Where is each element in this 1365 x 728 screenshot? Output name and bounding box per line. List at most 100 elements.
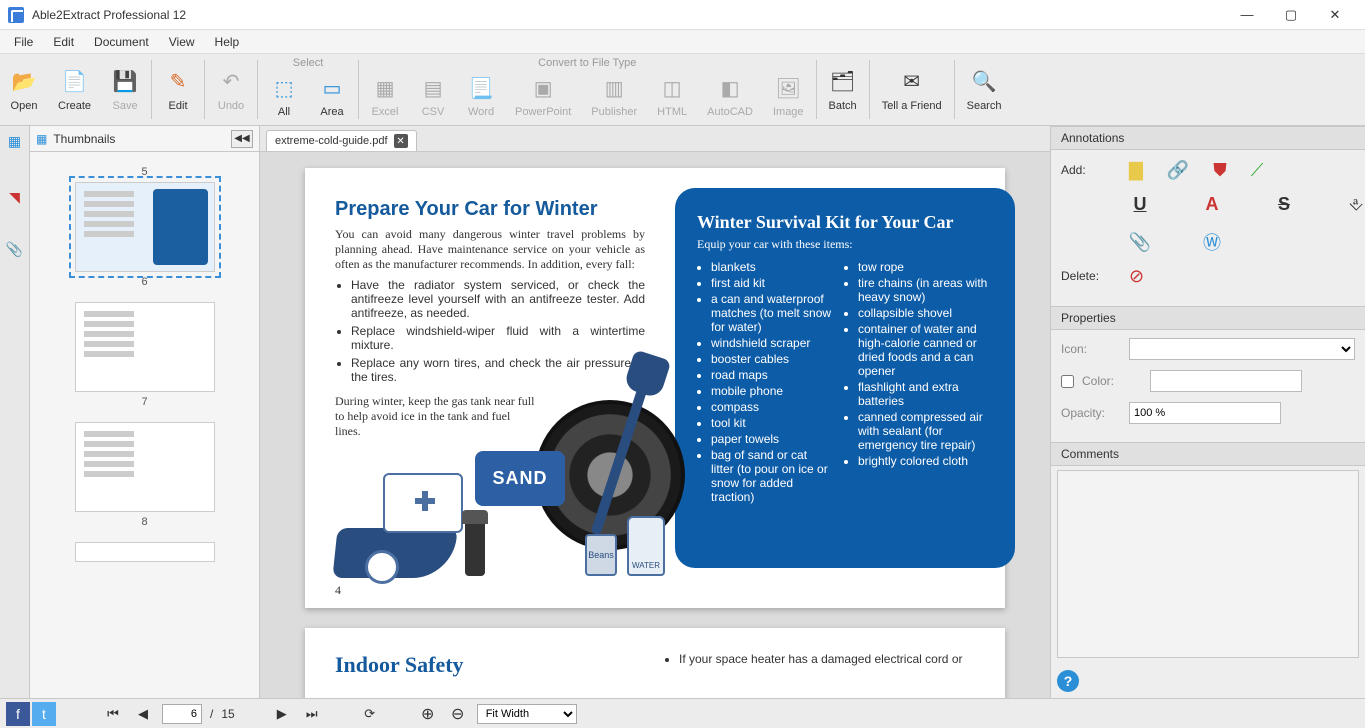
rotate-button[interactable]: ⟳ [359,703,381,725]
minimize-button[interactable]: — [1225,1,1269,29]
batch-icon: 🗂 [829,68,857,96]
opacity-field[interactable] [1129,402,1281,424]
page-input[interactable] [162,704,202,724]
document-new-icon: 📄 [61,68,89,96]
kit-list-1: blanketsfirst aid kita can and waterproo… [697,260,832,506]
convert-publisher-button[interactable]: ▥Publisher [581,70,647,122]
kit-list-2: tow ropetire chains (in areas with heavy… [844,260,997,506]
convert-ppt-button[interactable]: ▣PowerPoint [505,70,581,122]
stamp-icon[interactable]: ⛊ [1213,158,1227,182]
convert-autocad-button[interactable]: ◧AutoCAD [697,70,763,122]
underline-icon[interactable]: U [1115,192,1165,216]
pdf-page-4: Prepare Your Car for Winter You can avoi… [305,168,1005,608]
save-label: Save [112,100,137,112]
thumbnails-view-icon[interactable]: ▦ [4,130,26,152]
ppt-icon: ▣ [529,74,557,102]
delete-annotation-icon[interactable]: ⊘ [1129,264,1144,288]
menu-view[interactable]: View [159,35,205,49]
flashlight-icon [465,520,485,576]
convert-word-button[interactable]: 📃Word [457,70,505,122]
zoom-out-button[interactable]: ⊖ [447,703,469,725]
kit-title: Winter Survival Kit for Your Car [697,212,997,233]
menu-help[interactable]: Help [205,35,250,49]
facebook-icon[interactable]: f [6,702,30,726]
maximize-button[interactable]: ▢ [1269,1,1313,29]
thumbnail-8[interactable]: 8 [30,422,259,528]
edit-button[interactable]: ✎Edit [154,54,202,125]
annotations-header: Annotations [1051,127,1365,150]
squiggly-icon[interactable]: A [1187,192,1237,216]
watermark-icon[interactable]: Ⓦ [1187,230,1237,254]
app-icon [8,7,24,23]
last-page-button[interactable]: ⏭ [301,703,323,725]
paperclip-icon[interactable]: 📎 [1115,230,1165,254]
caret-icon[interactable]: ⎀ [1331,192,1365,216]
create-button[interactable]: 📄Create [48,54,101,125]
select-group-label: Select [293,54,324,70]
zoom-mode-select[interactable]: Fit Width [477,704,577,724]
folder-open-icon: 📂 [10,68,38,96]
undo-button[interactable]: ↶Undo [207,54,255,125]
strikethrough-icon[interactable]: S [1259,192,1309,216]
convert-image-button[interactable]: 🖼Image [763,70,814,122]
menu-edit[interactable]: Edit [43,35,84,49]
twitter-icon[interactable]: t [32,702,56,726]
zoom-in-button[interactable]: ⊕ [417,703,439,725]
convert-csv-button[interactable]: ▤CSV [409,70,457,122]
comments-list[interactable] [1057,470,1359,658]
close-tab-icon[interactable]: ✕ [394,134,408,148]
prev-page-button[interactable]: ◀ [132,703,154,725]
toolbar: 📂Open 📄Create 💾Save ✎Edit ↶Undo Select ⬚… [0,54,1365,126]
fragment-text: If your space heater has a damaged elect… [679,652,975,666]
convert-group-label: Convert to File Type [538,54,636,70]
thumbnails-list[interactable]: 5 6 7 8 [30,152,259,698]
thumbnails-title-icon: ▦ [36,132,47,146]
thumbnail-9[interactable] [30,542,259,562]
color-field[interactable] [1150,370,1302,392]
bookmark-icon[interactable]: ◥ [4,186,26,208]
prep-list: Have the radiator system serviced, or ch… [335,278,645,384]
attachment-icon[interactable]: 📎 [4,238,26,260]
sticky-note-icon[interactable]: ▇ [1129,158,1143,182]
tell-friend-button[interactable]: ✉Tell a Friend [872,54,952,125]
select-area-button[interactable]: ▭Area [308,70,356,122]
page-total: 15 [221,707,234,721]
icon-prop-label: Icon: [1061,342,1121,356]
menu-document[interactable]: Document [84,35,159,49]
publisher-icon: ▥ [600,74,628,102]
envelope-icon: ✉ [898,68,926,96]
color-checkbox[interactable] [1061,375,1074,388]
cursor-area-icon: ▭ [318,74,346,102]
help-icon[interactable]: ? [1057,670,1079,692]
save-button[interactable]: 💾Save [101,54,149,125]
document-tab[interactable]: extreme-cold-guide.pdf ✕ [266,130,417,151]
highlighter-icon[interactable]: ⟋ [1251,158,1264,182]
menu-file[interactable]: File [4,35,43,49]
thumbnail-5[interactable]: 5 6 [30,166,259,288]
batch-button[interactable]: 🗂Batch [819,54,867,125]
icon-select[interactable] [1129,338,1355,360]
convert-excel-button[interactable]: ▦Excel [361,70,409,122]
close-button[interactable]: ✕ [1313,1,1357,29]
document-viewport[interactable]: Prepare Your Car for Winter You can avoi… [260,152,1050,698]
opacity-prop-label: Opacity: [1061,406,1121,420]
convert-html-button[interactable]: ◫HTML [647,70,697,122]
open-button[interactable]: 📂Open [0,54,48,125]
right-panel: Annotations Add: ▇ 🔗 ⛊ ⟋ U A S ⎀ 📎 Ⓦ [1050,126,1365,698]
winter-items-illustration: SAND WATER Beans [335,378,655,578]
color-prop-label: Color: [1082,374,1142,388]
page-number: 4 [335,583,341,598]
sand-bag-icon: SAND [475,451,565,506]
heading-indoor: Indoor Safety [335,652,464,678]
left-dock: ▦ ◥ 📎 [0,126,30,698]
first-page-button[interactable]: ⏮ [102,703,124,725]
kit-subtitle: Equip your car with these items: [697,237,997,252]
select-all-button[interactable]: ⬚All [260,70,308,122]
document-area: extreme-cold-guide.pdf ✕ Prepare Your Ca… [260,126,1050,698]
search-button[interactable]: 🔍Search [957,54,1012,125]
collapse-thumbnails-button[interactable]: ◀◀ [231,130,253,148]
excel-icon: ▦ [371,74,399,102]
thumbnail-7[interactable]: 7 [30,302,259,408]
next-page-button[interactable]: ▶ [271,703,293,725]
link-icon[interactable]: 🔗 [1167,158,1189,182]
